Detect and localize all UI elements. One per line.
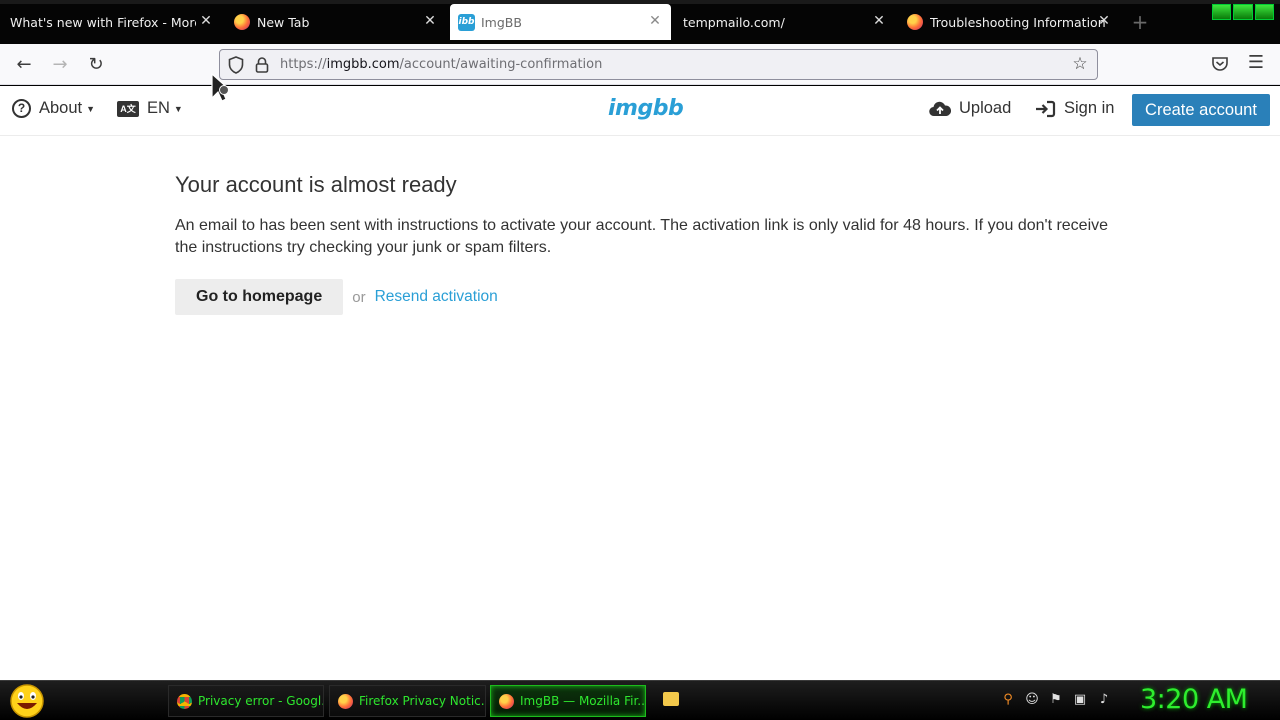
window-controls[interactable] — [1212, 4, 1274, 20]
signin-label: Sign in — [1064, 99, 1115, 117]
or-separator: or — [352, 288, 366, 306]
chrome-icon — [177, 693, 192, 709]
tab-title: New Tab — [257, 14, 310, 30]
action-row: Go to homepage or Resend activation — [175, 279, 1115, 315]
tab-close-icon[interactable]: ✕ — [647, 13, 663, 29]
activation-message: An email to has been sent with instructi… — [175, 217, 1109, 256]
tab-tempmailo[interactable]: tempmailo.com/ ✕ — [675, 4, 895, 40]
bookmark-star-icon[interactable]: ☆ — [1070, 54, 1090, 74]
emoji-icon[interactable]: ☺ — [1024, 692, 1040, 708]
web-page: ? About ▼ A文 EN ▼ imgbb Upload Sign in C… — [0, 86, 1280, 680]
tab-whats-new[interactable]: What's new with Firefox - More priv ✕ — [0, 4, 222, 40]
sign-in-icon — [1036, 100, 1056, 117]
question-circle-icon: ? — [12, 99, 31, 118]
taskbar-item-firefox-privacy[interactable]: Firefox Privacy Notic... — [329, 685, 486, 717]
reload-icon[interactable]: ↻ — [84, 53, 108, 77]
tab-close-icon[interactable]: ✕ — [1096, 13, 1112, 29]
tab-close-icon[interactable]: ✕ — [871, 13, 887, 29]
volume-icon[interactable]: ♪ — [1096, 692, 1112, 708]
language-menu[interactable]: A文 EN ▼ — [117, 99, 183, 118]
new-tab-plus-icon[interactable]: + — [1130, 12, 1150, 32]
firefox-icon — [907, 14, 923, 30]
tab-troubleshooting[interactable]: Troubleshooting Information ✕ — [899, 4, 1120, 40]
taskbar-item-privacy-error[interactable]: Privacy error - Googl... — [168, 685, 324, 717]
firefox-icon — [499, 693, 514, 709]
url-scheme: https:// — [280, 57, 327, 72]
lock-icon[interactable] — [255, 56, 269, 74]
about-menu[interactable]: ? About ▼ — [12, 99, 95, 118]
page-title: Your account is almost ready — [175, 172, 457, 197]
tab-title: What's new with Firefox - More priv — [10, 14, 196, 30]
create-account-button[interactable]: Create account — [1132, 94, 1270, 126]
tab-title: Troubleshooting Information — [930, 14, 1106, 30]
pocket-icon[interactable] — [1210, 54, 1230, 74]
firefox-icon — [338, 693, 353, 709]
taskbar-item-label: Firefox Privacy Notic... — [359, 694, 486, 708]
language-label: EN — [147, 99, 170, 117]
imgbb-logo[interactable]: imgbb — [608, 96, 684, 121]
url-text[interactable]: https://imgbb.com/account/awaiting-confi… — [280, 57, 602, 72]
imgbb-icon: ibb — [458, 13, 475, 31]
taskbar-item-label: Privacy error - Googl... — [198, 694, 324, 708]
tab-close-icon[interactable]: ✕ — [198, 13, 214, 29]
upload-link[interactable]: Upload — [929, 99, 1011, 118]
mouse-cursor-icon — [211, 72, 232, 102]
folder-icon[interactable] — [663, 692, 679, 706]
tab-title: ImgBB — [481, 14, 522, 30]
upload-label: Upload — [959, 99, 1012, 117]
hamburger-menu-icon[interactable]: ☰ — [1246, 53, 1266, 73]
signin-link[interactable]: Sign in — [1034, 99, 1114, 118]
url-bar[interactable]: https://imgbb.com/account/awaiting-confi… — [219, 49, 1098, 80]
taskbar-item-label: ImgBB — Mozilla Fir... — [520, 694, 646, 708]
close-window-button[interactable] — [1254, 4, 1274, 20]
back-arrow-icon[interactable]: ← — [12, 53, 36, 77]
tab-imgbb[interactable]: ibb ImgBB ✕ — [450, 4, 671, 40]
minimize-button[interactable] — [1212, 4, 1232, 20]
url-path: /account/awaiting-confirmation — [399, 57, 603, 72]
about-label: About — [39, 99, 83, 117]
firefox-icon — [234, 14, 250, 30]
site-header: ? About ▼ A文 EN ▼ imgbb Upload Sign in C… — [0, 86, 1280, 136]
system-tray: ⚲ ☺ ⚑ ▣ ♪ — [1000, 690, 1112, 710]
go-to-homepage-button[interactable]: Go to homepage — [175, 279, 344, 315]
browser-tab-strip: What's new with Firefox - More priv ✕ Ne… — [0, 0, 1280, 44]
navigation-toolbar: ← → ↻ https://imgbb.com/account/awaiting… — [0, 44, 1280, 85]
search-icon[interactable]: ⚲ — [1000, 692, 1016, 708]
network-icon[interactable]: ▣ — [1072, 692, 1088, 708]
caret-down-icon: ▼ — [86, 103, 96, 114]
flag-icon[interactable]: ⚑ — [1048, 692, 1064, 708]
tab-new-tab[interactable]: New Tab ✕ — [226, 4, 446, 40]
url-host: imgbb.com — [326, 57, 400, 72]
main-content: Your account is almost ready An email to… — [175, 172, 1115, 315]
resend-activation-link[interactable]: Resend activation — [375, 288, 498, 306]
start-button-smiley-icon[interactable] — [8, 683, 46, 719]
caret-down-icon: ▼ — [173, 103, 183, 114]
language-icon: A文 — [117, 100, 139, 117]
taskbar-clock[interactable]: 3:20 AM — [1140, 684, 1248, 715]
forward-arrow-icon[interactable]: → — [48, 53, 72, 77]
tab-title: tempmailo.com/ — [683, 14, 785, 30]
taskbar-item-imgbb[interactable]: ImgBB — Mozilla Fir... — [490, 685, 646, 717]
maximize-button[interactable] — [1233, 4, 1253, 20]
tab-close-icon[interactable]: ✕ — [422, 13, 438, 29]
cloud-upload-icon — [929, 101, 951, 116]
